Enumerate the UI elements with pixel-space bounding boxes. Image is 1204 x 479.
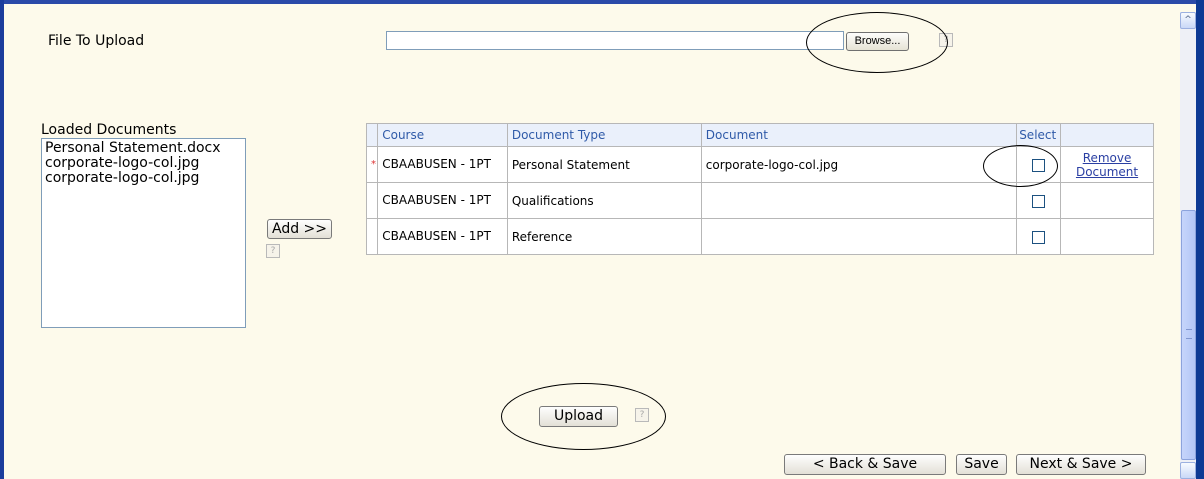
course-header: Course xyxy=(377,123,508,147)
document-type-header: Document Type xyxy=(506,123,702,147)
window-left-border xyxy=(0,0,4,479)
document-type-cell: Reference xyxy=(506,218,702,255)
scroll-down-button[interactable] xyxy=(1180,462,1196,479)
document-cell xyxy=(700,182,1018,219)
annotation-circle xyxy=(983,145,1058,187)
document-header: Document xyxy=(700,123,1018,147)
window-top-border xyxy=(0,0,1204,4)
marker-cell xyxy=(365,182,379,219)
file-to-upload-label: File To Upload xyxy=(48,33,145,49)
select-cell xyxy=(1016,182,1062,219)
window-right-border xyxy=(1196,0,1204,479)
select-cell xyxy=(1016,218,1062,255)
course-cell: CBAABUSEN - 1PT xyxy=(377,146,508,183)
chevron-up-icon: ^ xyxy=(1184,15,1192,25)
action-cell xyxy=(1060,182,1154,219)
add-button[interactable]: Add >> xyxy=(267,219,332,239)
marker-header xyxy=(365,123,379,147)
scroll-up-button[interactable]: ^ xyxy=(1180,12,1196,29)
table-row: CBAABUSEN - 1PT Reference xyxy=(365,218,1154,255)
action-cell xyxy=(1060,218,1154,255)
document-type-cell: Personal Statement xyxy=(506,146,702,183)
marker-cell xyxy=(365,218,379,255)
remove-document-link[interactable]: Remove Document xyxy=(1065,151,1149,179)
list-item[interactable]: corporate-logo-col.jpg xyxy=(45,156,242,171)
course-cell: CBAABUSEN - 1PT xyxy=(377,182,508,219)
select-checkbox[interactable] xyxy=(1032,194,1046,208)
course-cell: CBAABUSEN - 1PT xyxy=(377,218,508,255)
annotation-circle xyxy=(501,383,666,450)
list-item[interactable]: corporate-logo-col.jpg xyxy=(45,171,242,186)
next-and-save-button[interactable]: Next & Save > xyxy=(1016,454,1146,475)
scrollbar-thumb[interactable] xyxy=(1181,210,1196,460)
grip-icon xyxy=(1186,329,1192,339)
loaded-documents-list[interactable]: Personal Statement.docx corporate-logo-c… xyxy=(41,138,246,328)
action-header xyxy=(1060,123,1154,147)
select-header: Select xyxy=(1016,123,1062,147)
loaded-documents-label: Loaded Documents xyxy=(41,122,177,138)
file-path-input[interactable] xyxy=(386,31,844,50)
help-icon[interactable]: ? xyxy=(266,244,280,258)
document-type-cell: Qualifications xyxy=(506,182,702,219)
select-checkbox[interactable] xyxy=(1032,230,1046,244)
required-marker: * xyxy=(365,146,379,183)
back-and-save-button[interactable]: < Back & Save xyxy=(784,454,946,475)
document-cell: corporate-logo-col.jpg xyxy=(700,146,1018,183)
table-header-row: Course Document Type Document Select xyxy=(365,123,1154,147)
table-row: CBAABUSEN - 1PT Qualifications xyxy=(365,182,1154,219)
document-cell xyxy=(700,218,1018,255)
list-item[interactable]: Personal Statement.docx xyxy=(45,141,242,156)
save-button[interactable]: Save xyxy=(956,454,1007,475)
annotation-circle xyxy=(806,12,948,73)
action-cell: Remove Document xyxy=(1060,146,1154,183)
documents-table: Course Document Type Document Select * C… xyxy=(365,123,1154,255)
